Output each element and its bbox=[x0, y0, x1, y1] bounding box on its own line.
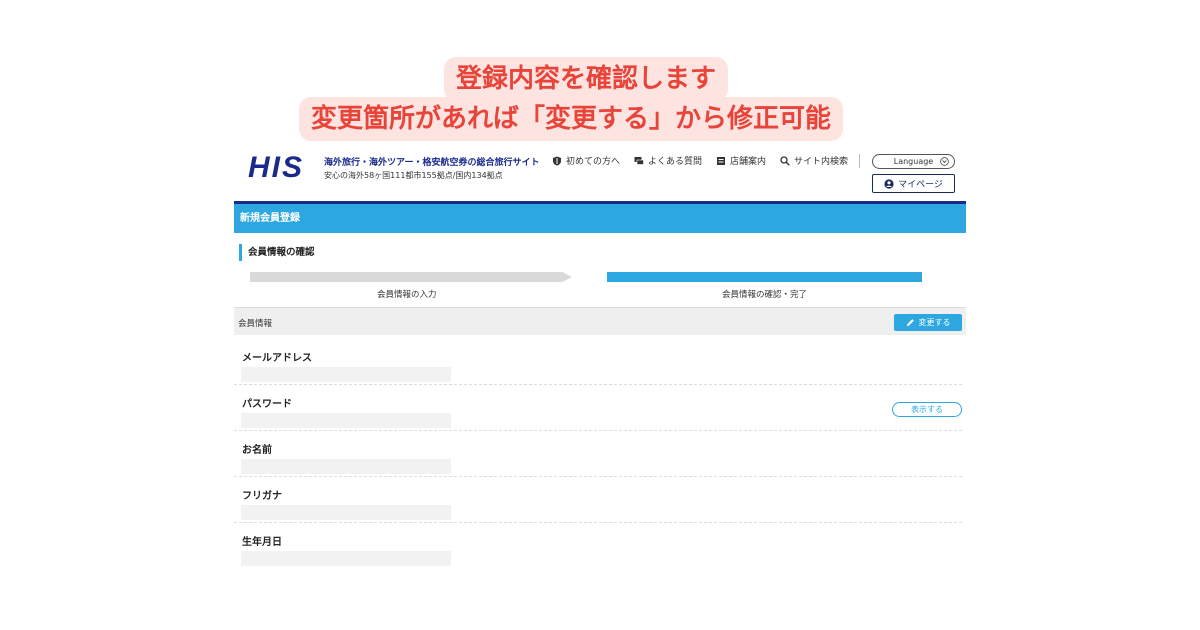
mypage-button[interactable]: マイページ bbox=[872, 174, 955, 193]
user-icon bbox=[884, 178, 894, 189]
field-name: お名前 bbox=[234, 431, 962, 477]
field-value-masked bbox=[241, 505, 451, 520]
member-info-label: 会員情報 bbox=[238, 319, 273, 329]
field-label: お名前 bbox=[242, 445, 272, 456]
nav-item-site-search[interactable]: サイト内検索 bbox=[780, 154, 848, 167]
chevron-down-icon bbox=[940, 157, 949, 166]
store-icon bbox=[717, 156, 726, 165]
nav-item-faq[interactable]: よくある質問 bbox=[634, 154, 702, 167]
section-heading: 会員情報の確認 bbox=[239, 244, 315, 261]
nav-label: サイト内検索 bbox=[794, 157, 849, 167]
nav-item-first-time[interactable]: 初めての方へ bbox=[552, 154, 620, 167]
pencil-icon bbox=[906, 319, 914, 327]
nav-divider bbox=[859, 154, 860, 168]
field-label: 生年月日 bbox=[242, 537, 282, 548]
step-1-bar bbox=[250, 272, 572, 282]
field-furigana: フリガナ bbox=[234, 477, 962, 523]
field-birthdate: 生年月日 bbox=[234, 523, 962, 569]
header-nav: 初めての方へ よくある質問 店舗案内 サイト内検索 bbox=[552, 154, 848, 167]
member-info-header: 会員情報 変更する bbox=[234, 307, 966, 335]
step-2-label: 会員情報の確認・完了 bbox=[722, 290, 808, 300]
mypage-label: マイページ bbox=[898, 180, 943, 190]
page-title-bar: 新規会員登録 bbox=[234, 204, 966, 233]
field-value-masked bbox=[241, 551, 451, 566]
field-label: フリガナ bbox=[242, 491, 282, 502]
chat-icon bbox=[634, 156, 644, 165]
field-value-masked bbox=[241, 367, 451, 382]
callout-line-2: 変更箇所があれば「変更する」から修正可能 bbox=[299, 97, 844, 141]
edit-button[interactable]: 変更する bbox=[894, 314, 962, 331]
language-select[interactable]: Language bbox=[872, 154, 955, 169]
site-header: HIS 海外旅行・海外ツアー・格安航空券の総合旅行サイト 安心の海外58ヶ国11… bbox=[234, 145, 966, 200]
field-value-masked bbox=[241, 413, 451, 428]
step-2-bar bbox=[607, 272, 922, 282]
callout-line-1: 登録内容を確認します bbox=[444, 57, 729, 101]
search-icon bbox=[780, 155, 790, 166]
screenshot-panel: HIS 海外旅行・海外ツアー・格安航空券の総合旅行サイト 安心の海外58ヶ国11… bbox=[234, 145, 966, 585]
field-value-masked bbox=[241, 459, 451, 474]
nav-item-stores[interactable]: 店舗案内 bbox=[716, 154, 766, 167]
field-email: メールアドレス bbox=[234, 339, 962, 385]
page-title: 新規会員登録 bbox=[240, 213, 300, 224]
site-subtagline: 安心の海外58ヶ国111都市155拠点/国内134拠点 bbox=[324, 171, 503, 180]
field-label: パスワード bbox=[242, 399, 292, 410]
language-label: Language bbox=[893, 157, 934, 166]
nav-label: よくある質問 bbox=[648, 157, 703, 167]
site-tagline: 海外旅行・海外ツアー・格安航空券の総合旅行サイト bbox=[324, 158, 540, 168]
his-logo[interactable]: HIS bbox=[248, 151, 304, 185]
field-password: パスワード 表示する bbox=[234, 385, 962, 431]
step-1-label: 会員情報の入力 bbox=[377, 290, 437, 300]
show-password-button[interactable]: 表示する bbox=[892, 402, 962, 417]
field-label: メールアドレス bbox=[242, 353, 312, 364]
nav-label: 店舗案内 bbox=[730, 157, 767, 167]
shield-icon bbox=[553, 156, 561, 165]
edit-button-label: 変更する bbox=[918, 318, 951, 327]
nav-label: 初めての方へ bbox=[566, 157, 621, 167]
